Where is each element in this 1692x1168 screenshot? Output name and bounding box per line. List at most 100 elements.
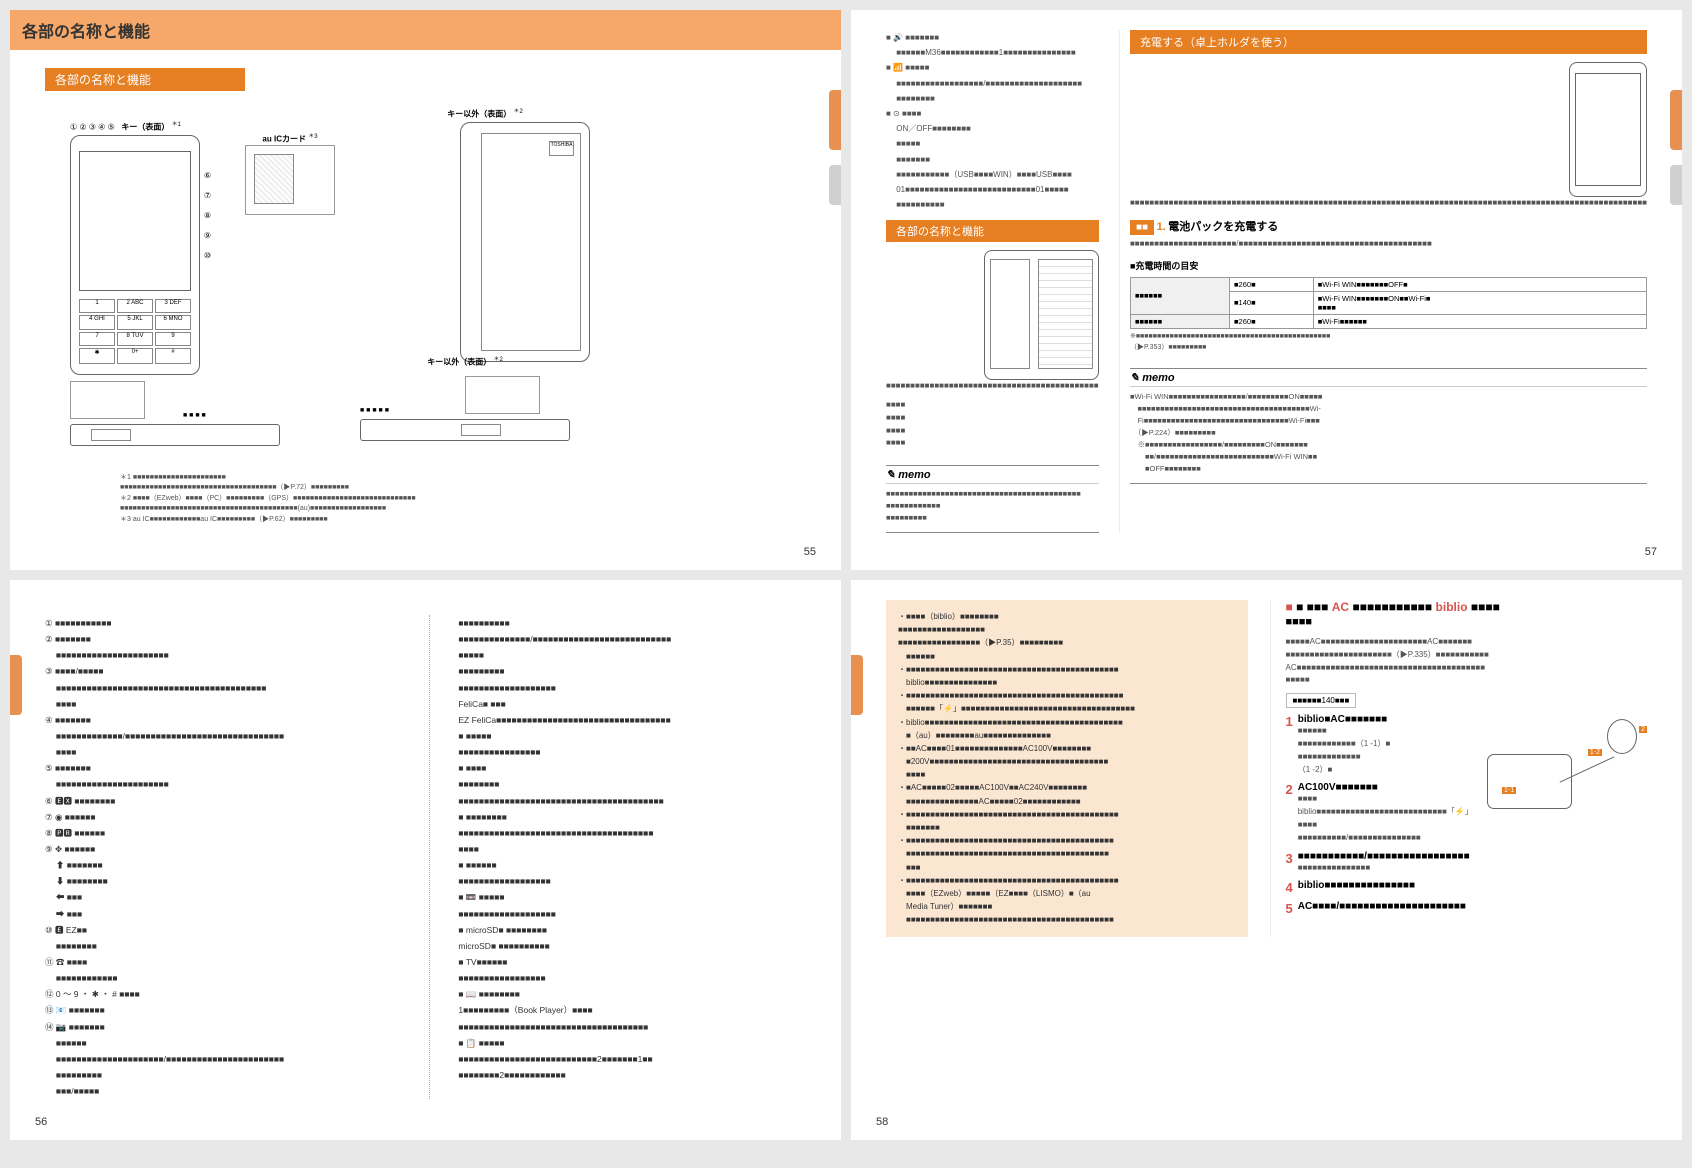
page55-title: 各部の名称と機能 [22,18,829,42]
back-label-row: キー以外（表面） ＊2 [380,106,590,120]
page-num-55: 55 [804,546,816,558]
tbl-r12c1: ■■■■■■ [1130,277,1229,314]
front-label: キー（表面） [121,123,169,132]
memo-header: memo [886,466,1099,483]
note2: ＊2 ■■■■（EZweb）■■■■（PC）■■■■■■■■■（GPS）■■■■… [120,494,416,505]
phone-mini-diagram [1569,62,1647,197]
p57-right-title: 充電する（卓上ホルダを使う） [1130,30,1647,54]
side-tab-grey [829,165,841,205]
bottom-left-group: ■ ■ ■ ■ [70,381,280,446]
page55-notes: ＊1 ■■■■■■■■■■■■■■■■■■■■■■ ■■■■■■■■■■■■■■… [120,473,416,526]
side-tab-57-grey [1670,165,1682,205]
p58-right-col: ■ ■ ■■■ AC ■■■■■■■■■■■ biblio ■■■■ ■■■■ … [1270,600,1648,937]
charge-time-box: ■■■■■■140■■■ [1286,693,1357,708]
bottom2-label: キー以外（表面） [427,358,491,367]
bottom-right-group: キー以外（表面） ＊2 ■ ■ ■ ■ ■ [360,354,570,441]
p58-steps: 1-1 1-2 2 1biblio■AC■■■■■■■■■■■■■ ■■■■■■… [1286,714,1648,916]
side-tab-57 [1670,90,1682,150]
step-row: 1biblio■AC■■■■■■■■■■■■■ ■■■■■■■■■■■■（1 -… [1286,714,1480,776]
spread-1: 各部の名称と機能 各部の名称と機能 ① ② ③ ④ ⑤ キー（表面） ＊1 12… [10,10,1682,570]
memo-right-body: ■Wi-Fi WIN■■■■■■■■■■■■■■■■■/■■■■■■■■■ON■… [1130,386,1647,483]
page-57: ■ 🔊 ■■■■■■■ ■■■■■■M36■■■■■■■■■■■■1■■■■■■… [851,10,1682,570]
back-phone-group: キー以外（表面） ＊2 TOSHIBA [380,106,590,362]
note2b: ■■■■■■■■■■■■■■■■■■■■■■■■■■■■■■■■■■■■■■■■… [120,504,416,515]
au-ic-label-row: au ICカード ＊3 [245,131,335,145]
slot-inset-1 [70,381,145,419]
tbl-r1c2: ■260■ [1230,277,1314,291]
p56-right-col: ■■■■■■■■■■ ■■■■■■■■■■■■■■/■■■■■■■■■■■■■■… [429,615,807,1099]
tbl-r3c2: ■260■ [1230,314,1314,328]
step-row: 2AC100V■■■■■■■■■■■ biblio■■■■■■■■■■■■■■■… [1286,782,1480,844]
page55-subtitle: 各部の名称と機能 [45,68,245,91]
spread-2: ① ■■■■■■■■■■■② ■■■■■■■ ■■■■■■■■■■■■■■■■■… [10,580,1682,1140]
title-end: ■■■■ [1471,600,1500,614]
page55-header: 各部の名称と機能 [10,10,841,50]
diag-1-2: 1-2 [1588,749,1602,756]
p58-right-title: ■ ■ ■■■ AC ■■■■■■■■■■■ biblio ■■■■ ■■■■ [1286,600,1648,628]
memo-header-r: memo [1130,369,1647,386]
front-label-row: ① ② ③ ④ ⑤ キー（表面） ＊1 [70,119,200,133]
phone-front-diagram: 12 ABC3 DEF 4 GHI5 JKL6 MNO 78 TUV9 ✱0+#… [70,135,200,375]
memo-right: memo ■Wi-Fi WIN■■■■■■■■■■■■■■■■■/■■■■■■■… [1130,368,1647,484]
diagram-area: ① ② ③ ④ ⑤ キー（表面） ＊1 12 ABC3 DEF 4 GHI5 J… [45,101,806,436]
phone-back-diagram: TOSHIBA [460,122,590,362]
note1b: ■■■■■■■■■■■■■■■■■■■■■■■■■■■■■■■■■■■■■（▶P… [120,483,416,494]
title-biblio: biblio [1436,600,1468,614]
au-ic-inset [245,145,335,215]
star2: ＊2 [513,109,522,115]
p58-left-col: ・■■■■（biblio）■■■■■■■■■■■■■■■■■■■■■■■■■■■… [886,600,1248,937]
p56-left-col: ① ■■■■■■■■■■■② ■■■■■■■ ■■■■■■■■■■■■■■■■■… [45,615,404,1099]
diag-2: 2 [1639,726,1647,733]
note1: ＊1 ■■■■■■■■■■■■■■■■■■■■■■ [120,473,416,484]
charger-diagram: 1-1 1-2 2 [1487,714,1647,834]
warning-box: ・■■■■（biblio）■■■■■■■■■■■■■■■■■■■■■■■■■■■… [886,600,1248,937]
p57-icon-list: ■ 🔊 ■■■■■■■ ■■■■■■M36■■■■■■■■■■■■1■■■■■■… [886,30,1099,212]
tbl-r3c3: ■Wi-Fi■■■■■■ [1313,314,1646,328]
p57-left-col: ■ 🔊 ■■■■■■■ ■■■■■■M36■■■■■■■■■■■■1■■■■■■… [886,30,1099,533]
side-rail-right [360,419,570,441]
p58-right-intro: ■■■■■AC■■■■■■■■■■■■■■■■■■■■■■AC■■■■■■■ ■… [1286,636,1648,687]
page-55: 各部の名称と機能 各部の名称と機能 ① ② ③ ④ ⑤ キー（表面） ＊1 12… [10,10,841,570]
star3: ＊3 [308,134,317,140]
tbl-r2c2: ■140■ [1230,291,1314,314]
tbl-note: ※■■■■■■■■■■■■■■■■■■■■■■■■■■■■■■■■■■■■■■■… [1130,331,1647,353]
charge-table: ■■■■■■ ■260■ ■Wi-Fi WIN■■■■■■■OFF■ ■140■… [1130,277,1647,329]
memo-left: memo ■■■■■■■■■■■■■■■■■■■■■■■■■■■■■■■■■■■… [886,465,1099,533]
star1: ＊1 [172,122,181,128]
side-rail-left [70,424,280,446]
step1-num: 1. [1157,221,1166,233]
note3: ＊3 au IC■■■■■■■■■■■■au IC■■■■■■■■■（▶P.62… [120,515,416,526]
page-num-56: 56 [35,1116,47,1128]
au-ic-group: au ICカード ＊3 [245,131,335,215]
diag-1-1: 1-1 [1502,787,1516,794]
memo-left-body: ■■■■■■■■■■■■■■■■■■■■■■■■■■■■■■■■■■■■■■■■… [886,483,1099,532]
slot-inset-2 [465,376,540,414]
phone-qwerty-diagram [984,250,1099,380]
back-label: キー以外（表面） [447,110,511,119]
p57-right-col: 充電する（卓上ホルダを使う） ■■■■■■■■■■■■■■■■■■■■■■■■■… [1119,30,1647,533]
bottom2-label-row: キー以外（表面） ＊2 [360,354,570,368]
step1-txt: 電池パックを充電する [1168,221,1278,233]
step1-header: ■■ 1. 電池パックを充電する [1130,218,1647,234]
side-tab-56 [10,655,22,715]
side-tab-58 [851,655,863,715]
p57-intro-block: ■■■■■■■■■■■■■■■■■■■■■■■■■■■■■■■■■■■■■■■■… [1130,62,1647,210]
step1-sub: ■■■■■■■■■■■■■■■■■■■■■■/■■■■■■■■■■■■■■■■■… [1130,238,1647,251]
tbl-r2c3: ■Wi-Fi WIN■■■■■■■ON■■Wi-Fi■ ■■■■ [1313,291,1646,314]
page-58: ・■■■■（biblio）■■■■■■■■■■■■■■■■■■■■■■■■■■■… [851,580,1682,1140]
page-num-57: 57 [1645,546,1657,558]
au-ic-label: au ICカード [262,135,306,144]
step-row: 3■■■■■■■■■■■/■■■■■■■■■■■■■■■■■■■■■■■■■■■… [1286,851,1648,875]
open-close-body: ■■■■■■■■■■■■■■■■■■■■■■■■■■■■■■■■■■■■■■■■… [886,250,1099,450]
title-pre: ■ ■■■ [1296,600,1328,614]
open-close-title: 各部の名称と機能 [886,220,1099,242]
page-num-58: 58 [876,1116,888,1128]
step-row: 4biblio■■■■■■■■■■■■■■■ [1286,880,1648,895]
star2b: ＊2 [493,357,502,363]
front-phone-group: ① ② ③ ④ ⑤ キー（表面） ＊1 12 ABC3 DEF 4 GHI5 J… [70,119,200,375]
page-56: ① ■■■■■■■■■■■② ■■■■■■■ ■■■■■■■■■■■■■■■■■… [10,580,841,1140]
title-mid: ■■■■■■■■■■■ [1352,600,1432,614]
side-tab [829,90,841,150]
tbl-r3c1: ■■■■■■ [1130,314,1229,328]
step-row: 5AC■■■■/■■■■■■■■■■■■■■■■■■■■■ [1286,901,1648,916]
